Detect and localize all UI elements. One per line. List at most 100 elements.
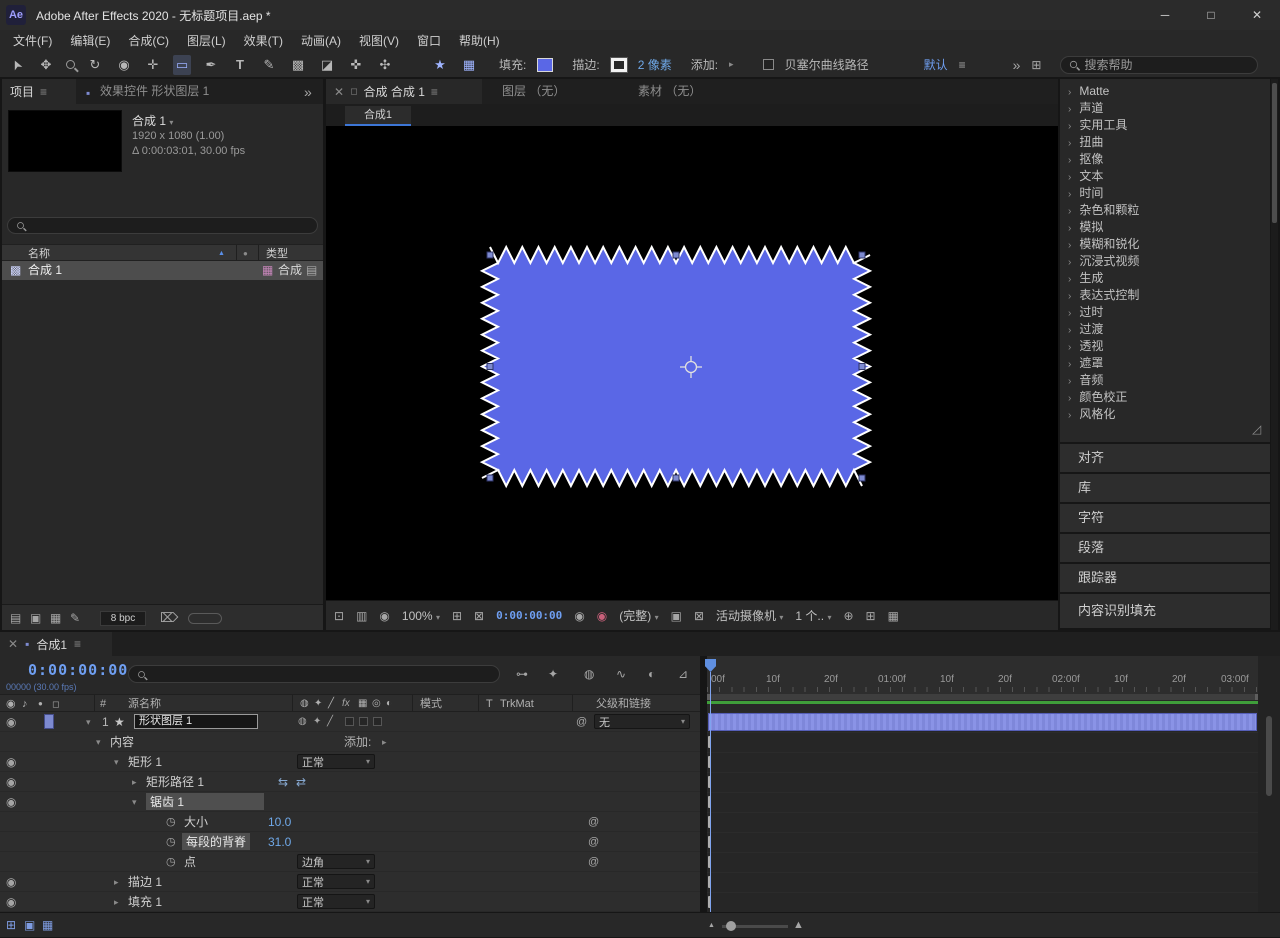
menu-file[interactable]: 文件(F) bbox=[4, 30, 61, 52]
stroke-group-label[interactable]: 描边 1 bbox=[128, 872, 162, 892]
comp-mini-tab[interactable]: 合成1 bbox=[345, 106, 411, 126]
timeline-button-icon[interactable]: ⊞ bbox=[866, 610, 876, 622]
source-name-column-label[interactable]: 源名称 bbox=[128, 695, 161, 713]
fx-category[interactable]: › 风格化 bbox=[1060, 406, 1270, 423]
selection-tool-icon[interactable]: ➤ bbox=[6, 53, 28, 76]
view-options-icon[interactable]: ◉ bbox=[379, 610, 389, 622]
property-label[interactable]: 大小 bbox=[184, 812, 208, 832]
tab-composition-viewer[interactable]: ✕ ◻ 合成 合成 1 ≡ bbox=[326, 79, 482, 104]
eye-icon[interactable]: ◉ bbox=[6, 872, 16, 892]
delete-icon[interactable]: ⌦ bbox=[160, 605, 178, 625]
property-value[interactable]: 31.0 bbox=[268, 832, 291, 852]
pan-behind-tool-icon[interactable]: ✛ bbox=[144, 57, 162, 73]
overflow-icon[interactable]: » bbox=[1013, 58, 1021, 72]
resolution-dropdown[interactable]: (完整) ▾ bbox=[619, 607, 658, 624]
create-mask-icon[interactable]: ▦ bbox=[460, 57, 478, 73]
timeline-search-field[interactable] bbox=[128, 665, 500, 683]
fx-category[interactable]: › 音频 bbox=[1060, 372, 1270, 389]
fx-category[interactable]: › 扭曲 bbox=[1060, 134, 1270, 151]
parent-link-column-label[interactable]: 父级和链接 bbox=[596, 695, 651, 713]
zoom-level-dropdown[interactable]: 100% ▾ bbox=[402, 609, 440, 623]
timeline-fill-row[interactable]: ◉ ▸ 填充 1 正常 ▾ bbox=[0, 892, 700, 912]
selection-handle[interactable] bbox=[486, 363, 494, 370]
bit-depth-button[interactable]: 8 bpc bbox=[100, 611, 146, 626]
expander-icon[interactable]: ▾ bbox=[114, 752, 119, 772]
expander-icon[interactable]: ▾ bbox=[96, 732, 101, 752]
pickwhip-icon[interactable]: @ bbox=[588, 832, 599, 852]
tab-footage-viewer[interactable]: 素材 （无） bbox=[638, 79, 701, 104]
scrollbar-thumb[interactable] bbox=[1272, 83, 1277, 223]
shape-layer-graphic[interactable] bbox=[476, 241, 876, 492]
graph-editor-icon[interactable]: ⊿ bbox=[678, 668, 688, 680]
comp-thumbnail[interactable] bbox=[8, 110, 122, 172]
panel-libraries[interactable]: 库 bbox=[1060, 474, 1270, 502]
show-channels-icon[interactable]: ◉ bbox=[597, 610, 607, 622]
camera-tool-icon[interactable]: ◉ bbox=[115, 57, 133, 73]
expander-icon[interactable]: ▸ bbox=[114, 872, 119, 892]
fill-group-label[interactable]: 填充 1 bbox=[128, 892, 162, 912]
pickwhip-icon[interactable]: @ bbox=[588, 812, 599, 832]
region-of-interest-icon[interactable]: ⊠ bbox=[474, 610, 484, 622]
comp-name-label[interactable]: 合成 1 ▾ bbox=[132, 112, 173, 129]
timeline-size-row[interactable]: ◷ 大小 10.0 @ bbox=[0, 812, 700, 832]
stroke-color-swatch[interactable] bbox=[609, 56, 628, 73]
menu-view[interactable]: 视图(V) bbox=[350, 30, 408, 52]
menu-help[interactable]: 帮助(H) bbox=[450, 30, 509, 52]
property-label[interactable]: 点 bbox=[184, 852, 196, 872]
menu-composition[interactable]: 合成(C) bbox=[119, 30, 178, 52]
parent-dropdown[interactable]: 无 ▾ bbox=[594, 714, 690, 729]
fx-category[interactable]: › 抠像 bbox=[1060, 151, 1270, 168]
composition-canvas[interactable] bbox=[326, 126, 1058, 600]
close-icon[interactable]: ✕ bbox=[334, 86, 344, 98]
fx-category[interactable]: › 文本 bbox=[1060, 168, 1270, 185]
fx-category[interactable]: › 声道 bbox=[1060, 100, 1270, 117]
frame-blending-icon[interactable]: ∿ bbox=[616, 668, 626, 680]
eye-icon[interactable]: ◉ bbox=[6, 772, 16, 792]
new-folder-icon[interactable]: ▣ bbox=[30, 605, 41, 625]
bezier-path-checkbox[interactable] bbox=[762, 59, 774, 70]
rulers-icon[interactable]: ⊞ bbox=[452, 610, 462, 622]
zigzag-shape-path[interactable] bbox=[479, 244, 873, 489]
tab-layer-viewer[interactable]: 图层 （无） bbox=[502, 79, 565, 104]
selection-handle[interactable] bbox=[672, 251, 680, 259]
selection-handle[interactable] bbox=[486, 251, 494, 259]
panel-align[interactable]: 对齐 bbox=[1060, 444, 1270, 472]
project-item-row[interactable]: ▩ 合成 1 ▦ 合成 ▤ bbox=[2, 261, 323, 280]
time-ruler[interactable]: 00f 10f 20f 01:00f 10f 20f 02:00f 10f 20… bbox=[707, 656, 1258, 694]
workspace-add-icon[interactable]: ⊞ bbox=[1031, 59, 1041, 71]
eye-icon[interactable]: ◉ bbox=[6, 712, 16, 732]
zoom-in-mountain-icon[interactable]: ▲ bbox=[793, 913, 804, 933]
menu-animation[interactable]: 动画(A) bbox=[292, 30, 350, 52]
selection-handle[interactable] bbox=[672, 474, 680, 482]
collapse-switch-icon[interactable]: ✦ bbox=[313, 712, 321, 732]
help-search-field[interactable]: 搜索帮助 bbox=[1060, 55, 1259, 74]
fx-category[interactable]: › 时间 bbox=[1060, 185, 1270, 202]
expand-layer-switches-icon[interactable]: ⊞ bbox=[6, 913, 16, 933]
add-shape-label[interactable]: 添加: bbox=[344, 732, 371, 752]
pixel-aspect-icon[interactable]: ⊕ bbox=[843, 610, 853, 622]
property-value[interactable]: 10.0 bbox=[268, 812, 291, 832]
fx-category[interactable]: › 过时 bbox=[1060, 304, 1270, 321]
blend-mode-dropdown[interactable]: 正常 ▾ bbox=[297, 754, 375, 769]
timeline-points-row[interactable]: ◷ 点 边角 ▾ @ bbox=[0, 852, 700, 872]
close-icon[interactable]: ✕ bbox=[8, 638, 18, 650]
puppet-pin-tool-icon[interactable]: ✣ bbox=[376, 57, 394, 73]
close-button[interactable]: ✕ bbox=[1234, 0, 1280, 30]
eye-icon[interactable]: ◉ bbox=[6, 892, 16, 912]
fx-category[interactable]: › Matte bbox=[1060, 83, 1270, 100]
tab-overflow-icon[interactable]: » bbox=[304, 85, 312, 99]
minimize-button[interactable]: ─ bbox=[1142, 0, 1188, 30]
hand-tool-icon[interactable]: ✥ bbox=[37, 57, 55, 73]
reverse-path-icon[interactable]: ⇆ bbox=[278, 772, 288, 792]
tab-project[interactable]: 项目 ≡ bbox=[2, 79, 76, 104]
brush-tool-icon[interactable]: ✎ bbox=[260, 57, 278, 73]
snapshot-icon[interactable]: ◉ bbox=[574, 610, 584, 622]
pickwhip-icon[interactable]: @ bbox=[588, 852, 599, 872]
expand-transfer-controls-icon[interactable]: ▣ bbox=[24, 913, 35, 933]
fx-category[interactable]: › 透视 bbox=[1060, 338, 1270, 355]
timeline-tab[interactable]: ✕ ▪ 合成1 ≡ bbox=[0, 632, 112, 656]
work-area-bar[interactable] bbox=[707, 694, 1258, 700]
fill-color-swatch[interactable] bbox=[537, 57, 554, 72]
layer-duration-bar[interactable] bbox=[708, 713, 1257, 731]
type-tool-icon[interactable]: T bbox=[231, 57, 249, 72]
